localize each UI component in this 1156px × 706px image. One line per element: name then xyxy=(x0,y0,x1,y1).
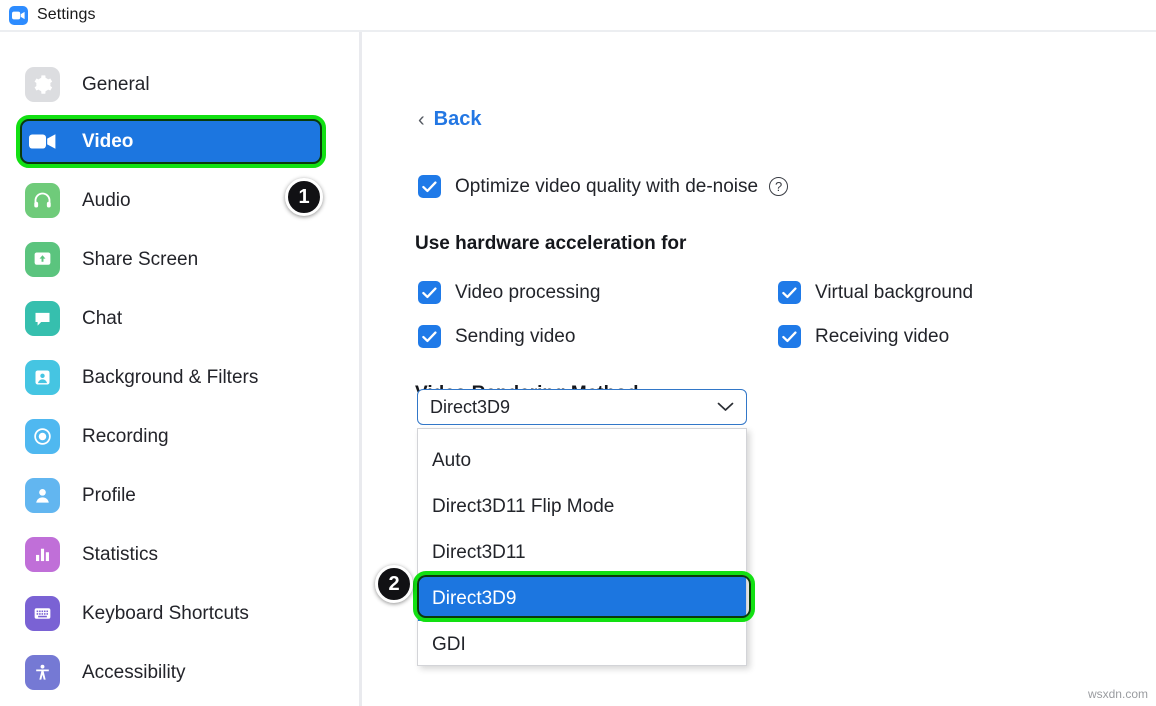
sidebar-item-label: Profile xyxy=(82,484,136,506)
watermark: wsxdn.com xyxy=(1087,687,1148,701)
dropdown-option-auto[interactable]: Auto xyxy=(418,438,746,483)
sidebar-item-statistics[interactable]: Statistics xyxy=(20,532,322,577)
denoise-label: Optimize video quality with de-noise xyxy=(455,175,759,197)
sidebar-item-label: General xyxy=(82,73,150,95)
sidebar-item-share-screen[interactable]: Share Screen xyxy=(20,237,322,282)
zoom-camera-icon xyxy=(9,5,28,25)
sidebar-item-keyboard-shortcuts[interactable]: Keyboard Shortcuts xyxy=(20,591,322,636)
sidebar-item-general[interactable]: General xyxy=(20,62,322,107)
settings-sidebar: General Video 1 Audio Share Screen Chat … xyxy=(0,32,359,706)
dropdown-option-direct3d11[interactable]: Direct3D11 xyxy=(418,530,746,575)
help-icon[interactable]: ? xyxy=(769,177,789,196)
sidebar-item-background-filters[interactable]: Background & Filters xyxy=(20,355,322,400)
chevron-down-icon xyxy=(717,399,734,416)
dropdown-option-gdi[interactable]: GDI xyxy=(418,622,746,667)
video-rendering-method-select[interactable]: Direct3D9 xyxy=(417,389,747,425)
camera-icon xyxy=(25,124,60,159)
sidebar-item-label: Accessibility xyxy=(82,661,186,683)
sidebar-item-label: Share Screen xyxy=(82,248,199,270)
hw-option-receiving-video[interactable]: Receiving video xyxy=(778,325,949,348)
sidebar-item-chat[interactable]: Chat xyxy=(20,296,322,341)
select-value: Direct3D9 xyxy=(430,396,511,417)
person-icon xyxy=(25,478,60,513)
portrait-icon xyxy=(25,360,60,395)
sidebar-item-label: Video xyxy=(82,130,134,152)
checkbox-checked-icon[interactable] xyxy=(418,175,441,198)
hw-option-video-processing[interactable]: Video processing xyxy=(418,281,600,304)
headset-icon xyxy=(25,183,60,218)
keyboard-icon xyxy=(25,596,60,631)
sidebar-item-label: Audio xyxy=(82,189,131,211)
sidebar-item-label: Chat xyxy=(82,307,123,329)
sidebar-item-video[interactable]: Video xyxy=(20,119,322,164)
step-badge-2: 2 xyxy=(375,565,413,603)
hardware-acceleration-heading: Use hardware acceleration for xyxy=(415,233,687,254)
window-titlebar: Settings xyxy=(0,0,1156,30)
video-rendering-method-dropdown[interactable]: Auto Direct3D11 Flip Mode Direct3D11 Dir… xyxy=(417,428,747,666)
checkbox-checked-icon[interactable] xyxy=(778,325,801,348)
dropdown-option-direct3d9[interactable]: Direct3D9 xyxy=(418,576,746,621)
window-title: Settings xyxy=(37,6,96,23)
hw-option-label: Video processing xyxy=(455,281,601,303)
hw-option-virtual-background[interactable]: Virtual background xyxy=(778,281,973,304)
back-button[interactable]: ‹ Back xyxy=(418,108,481,131)
accessibility-icon xyxy=(25,655,60,690)
step-badge-1: 1 xyxy=(285,178,323,216)
checkbox-checked-icon[interactable] xyxy=(418,325,441,348)
zoom-settings-window: Settings General Video 1 Audio Share Scr… xyxy=(0,0,1156,706)
sidebar-item-label: Statistics xyxy=(82,543,159,565)
hw-option-label: Sending video xyxy=(455,325,576,347)
back-label: Back xyxy=(433,108,482,130)
chat-icon xyxy=(25,301,60,336)
hw-option-label: Receiving video xyxy=(815,325,950,347)
denoise-checkbox-row[interactable]: Optimize video quality with de-noise ? xyxy=(418,175,789,198)
bar-chart-icon xyxy=(25,537,60,572)
sidebar-item-accessibility[interactable]: Accessibility xyxy=(20,650,322,695)
hw-option-sending-video[interactable]: Sending video xyxy=(418,325,575,348)
checkbox-checked-icon[interactable] xyxy=(418,281,441,304)
sidebar-item-audio[interactable]: Audio xyxy=(20,178,322,223)
dropdown-option-direct3d11-flip-mode[interactable]: Direct3D11 Flip Mode xyxy=(418,484,746,529)
hw-option-label: Virtual background xyxy=(815,281,974,303)
sidebar-item-label: Background & Filters xyxy=(82,366,259,388)
upload-icon xyxy=(25,242,60,277)
record-icon xyxy=(25,419,60,454)
sidebar-item-profile[interactable]: Profile xyxy=(20,473,322,518)
sidebar-item-label: Recording xyxy=(82,425,169,447)
sidebar-item-recording[interactable]: Recording xyxy=(20,414,322,459)
sidebar-item-label: Keyboard Shortcuts xyxy=(82,602,249,624)
gear-icon xyxy=(25,67,60,102)
chevron-left-icon: ‹ xyxy=(418,108,425,131)
checkbox-checked-icon[interactable] xyxy=(778,281,801,304)
